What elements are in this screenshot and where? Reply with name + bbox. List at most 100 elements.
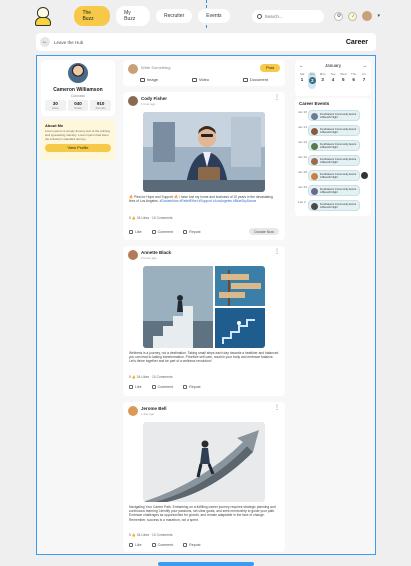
post-author-name[interactable]: Jerome Bell [141, 406, 167, 411]
video-icon [191, 78, 197, 82]
repost-label: Repost [189, 543, 201, 547]
event-thumbnail [310, 202, 318, 210]
calendar-day[interactable]: Fri 7 [360, 72, 368, 89]
post-card: Annette Black 2 hours ago ⋮ Wellness is … [123, 246, 285, 396]
post-stats[interactable]: 5 👍 34 Likes · 10 Comments [129, 375, 173, 379]
post-actions: Like Comment Repost [129, 385, 279, 389]
calendar-day[interactable]: Wed 5 [339, 72, 347, 89]
repost-button[interactable]: Repost [183, 543, 201, 547]
comment-button[interactable]: Comment [151, 543, 173, 547]
like-button[interactable]: Like [129, 229, 142, 234]
image-button[interactable]: Image [139, 77, 158, 82]
comment-button[interactable]: Comment [151, 229, 173, 234]
video-label: Video [198, 77, 210, 82]
tab-the-buzz[interactable]: The Buzz [74, 6, 111, 26]
calendar-day-selected[interactable]: Sun 2 [308, 72, 317, 89]
post-author-avatar[interactable] [128, 96, 138, 106]
event-item[interactable]: Jan 30 Fundraisers Community Event · A B… [298, 185, 368, 198]
tab-my-buzz[interactable]: My Buzz [116, 6, 150, 26]
breadcrumb: ← Leave the Hub Career [36, 33, 376, 51]
event-item[interactable]: Jan 28 Fundraisers Community Event · A B… [298, 170, 368, 183]
breadcrumb-label[interactable]: Leave the Hub [54, 40, 83, 45]
bell-icon[interactable]: ♪ [348, 11, 358, 21]
post-image [143, 112, 265, 192]
stat-likes: 30 Likes [45, 100, 66, 111]
like-button[interactable]: Like [129, 543, 142, 547]
composer-avatar [128, 64, 138, 74]
document-button[interactable]: Document [242, 77, 268, 82]
career-collage [143, 266, 265, 348]
composer-input[interactable]: Write Something [141, 65, 251, 70]
chevron-down-icon[interactable]: ▾ [377, 13, 380, 19]
post-button[interactable]: Post [260, 64, 280, 72]
calendar-day[interactable]: Sat 1 [298, 72, 306, 89]
comment-button[interactable]: Comment [151, 385, 174, 389]
post-stats[interactable]: 5 👍 34 Likes · 10 Comments [129, 216, 173, 220]
calendar-days: Sat 1 Sun 2 Mon 3 Tue 4 Wed 5 Thu 6 Fri 7 [295, 68, 371, 89]
repost-button[interactable]: Repost [183, 385, 201, 389]
comment-icon [151, 229, 156, 234]
repost-button[interactable]: Repost [183, 229, 201, 234]
search-placeholder: Search... [264, 13, 283, 19]
event-item[interactable]: Jan 18 Fundraisers Community Event · A B… [298, 110, 368, 123]
event-pill[interactable]: Fundraisers Community Event · A Benefit … [308, 140, 360, 151]
post-composer: Write Something Post Image Video Documen… [123, 60, 285, 86]
event-date: Jan 30 [298, 185, 308, 189]
event-date: Jan 26 [298, 155, 308, 159]
like-button[interactable]: Like [129, 385, 142, 389]
post-author-name[interactable]: Annette Black [141, 250, 171, 255]
more-options-icon[interactable]: ⋮ [274, 95, 280, 101]
tab-recruiter[interactable]: Recruiter [155, 9, 193, 23]
tab-events[interactable]: Events [198, 9, 230, 23]
calendar-day[interactable]: Thu 6 [350, 72, 358, 89]
user-avatar[interactable] [362, 11, 373, 21]
event-pill[interactable]: Fundraisers Community Event · A Benefit … [308, 125, 360, 136]
career-events: Career Events Jan 18 Fundraisers Communi… [295, 98, 371, 216]
prev-month-icon[interactable]: ← [299, 63, 304, 68]
event-pill[interactable]: Fundraisers Community Event · A Benefit … [308, 155, 360, 166]
event-pill[interactable]: Fundraisers Community Event · A Benefit … [308, 185, 360, 196]
back-arrow-icon[interactable]: ← [40, 37, 50, 47]
event-date: Jan 24 [298, 140, 308, 144]
event-item[interactable]: Jan 24 Fundraisers Community Event · A B… [298, 140, 368, 153]
event-attendee-avatar [361, 172, 368, 179]
mascot-logo[interactable] [32, 5, 52, 27]
event-date: Jan 18 [298, 110, 308, 114]
donate-now-button[interactable]: Donate Now [249, 228, 279, 235]
like-label: Like [135, 543, 142, 547]
post-hashtags[interactable]: #DonateNow #ReliefEffort #Support #LosAn… [160, 199, 257, 203]
search-input[interactable]: Search... [251, 9, 325, 23]
day-of-week: Sun [309, 72, 315, 76]
event-text: Fundraisers Community Event · A Benefit … [320, 172, 358, 179]
event-text: Fundraisers Community Event · A Benefit … [320, 127, 358, 134]
profile-stats: 30 Likes 040 Posts 910 Friends [45, 100, 112, 111]
post-author-name[interactable]: Cody Fisher [141, 96, 167, 101]
stat-friends: 910 Friends [90, 100, 112, 111]
event-pill[interactable]: Fundraisers Community Event · A Benefit … [308, 170, 360, 181]
bottom-scroll-bar[interactable] [158, 562, 254, 566]
event-text: Fundraisers Community Event · A Benefit … [320, 157, 358, 164]
event-pill[interactable]: Fundraisers Community Event · A Benefit … [308, 110, 360, 121]
view-profile-button[interactable]: View Profile [45, 144, 111, 152]
calendar-day[interactable]: Mon 3 [319, 72, 327, 89]
like-label: Like [135, 385, 142, 389]
post-stats[interactable]: 5 👍 34 Likes · 10 Comments [129, 533, 173, 537]
next-month-icon[interactable]: → [362, 63, 367, 68]
comment-label: Comment [157, 385, 174, 389]
more-options-icon[interactable]: ⋮ [274, 249, 280, 255]
settings-icon[interactable]: ⚙ [334, 11, 344, 21]
post-author-avatar[interactable] [128, 250, 138, 260]
post-author-avatar[interactable] [128, 406, 138, 416]
calendar-day[interactable]: Tue 4 [329, 72, 337, 89]
post-card: Jerome Bell 1 day ago ⋮ Navigating Your … [123, 402, 285, 552]
event-item[interactable]: Jan 21 Fundraisers Community Event · A B… [298, 125, 368, 138]
post-text: 🔥 Plea for Hope and Support 🔥 I have los… [129, 195, 279, 203]
video-button[interactable]: Video [191, 77, 210, 82]
event-item[interactable]: Feb 2 Fundraisers Community Event · A Be… [298, 200, 368, 213]
post-actions: Like Comment Repost Donate Now [129, 228, 279, 235]
stat-label: Posts [74, 106, 82, 110]
event-pill[interactable]: Fundraisers Community Event · A Benefit … [308, 200, 360, 211]
repost-icon [183, 543, 188, 547]
event-item[interactable]: Jan 26 Fundraisers Community Event · A B… [298, 155, 368, 168]
more-options-icon[interactable]: ⋮ [274, 405, 280, 411]
